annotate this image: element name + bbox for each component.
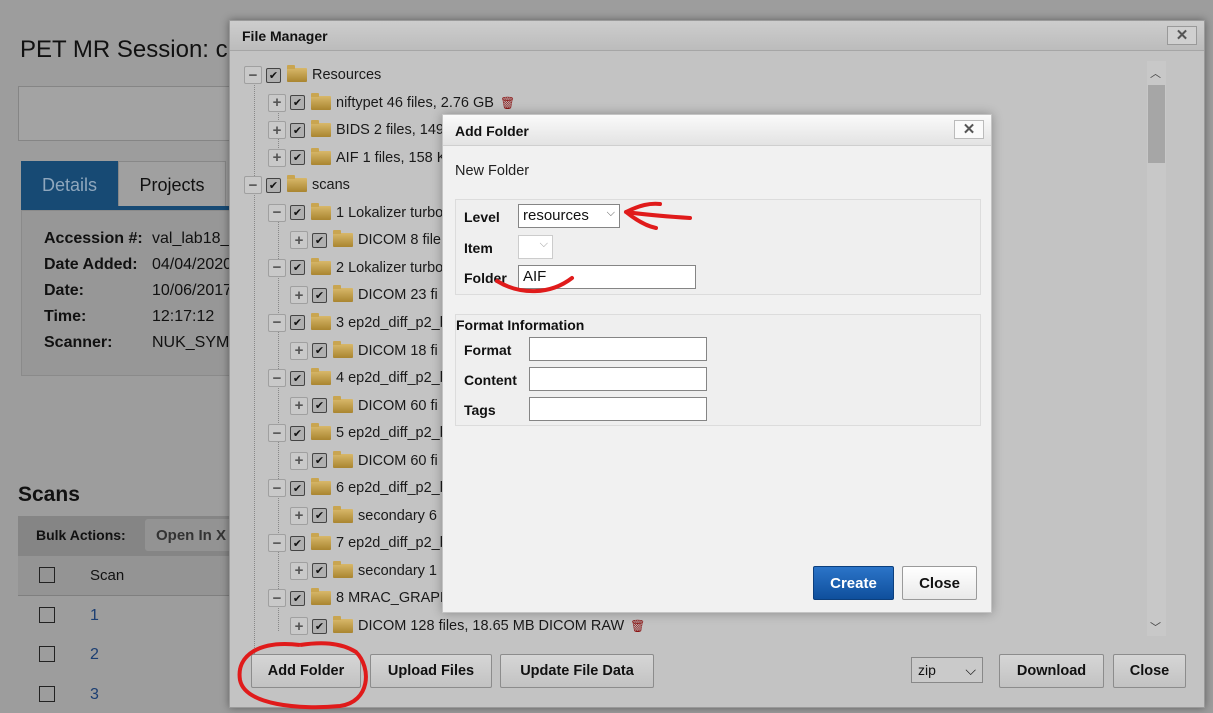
circle-annotation <box>237 641 368 710</box>
underline-annotation <box>495 276 574 294</box>
red-annotations <box>237 201 692 710</box>
arrow-annotation <box>624 201 692 230</box>
